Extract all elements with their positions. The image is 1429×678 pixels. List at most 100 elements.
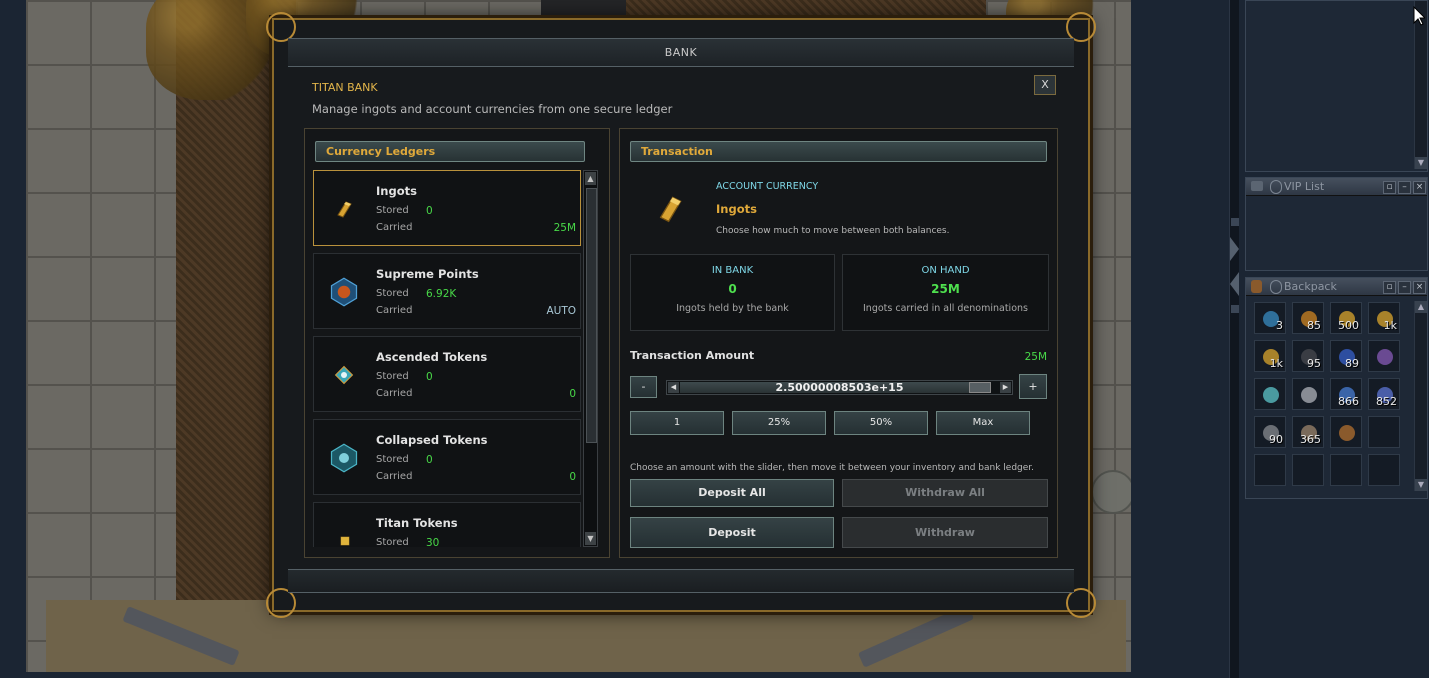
expand-arrow-icon[interactable] — [1230, 237, 1239, 261]
ledger-item-supreme-points[interactable]: Supreme Points Stored 6.92K Carried AUTO — [313, 253, 581, 329]
item-count: 866 — [1338, 395, 1359, 408]
item-icon — [1263, 387, 1279, 403]
increase-button[interactable]: + — [1019, 374, 1047, 399]
ledger-item-collapsed-tokens[interactable]: Collapsed Tokens Stored 0 Carried 0 — [313, 419, 581, 495]
vip-list-header[interactable]: VIP List ▫ – × — [1246, 178, 1427, 196]
backpack-slot[interactable]: 1k — [1254, 340, 1286, 372]
supreme-points-icon — [330, 277, 358, 307]
scrollbar[interactable]: ▼ — [1414, 1, 1427, 169]
decrease-button[interactable]: - — [630, 376, 657, 398]
deposit-button[interactable]: Deposit — [630, 517, 834, 548]
stored-label: Stored — [376, 454, 409, 465]
item-count: 365 — [1300, 433, 1321, 446]
backpack-slot[interactable] — [1292, 378, 1324, 410]
scroll-up-icon[interactable]: ▲ — [1415, 301, 1427, 313]
on-hand-box: ON HAND 25M Ingots carried in all denomi… — [842, 254, 1049, 331]
close-button[interactable]: X — [1034, 75, 1056, 95]
backpack-icon — [1251, 280, 1262, 293]
ledger-name: Ingots — [376, 184, 417, 198]
backpack-slot[interactable]: 500 — [1330, 302, 1362, 334]
currency-ledgers-header: Currency Ledgers — [315, 141, 585, 162]
ascended-token-icon — [334, 365, 354, 385]
lock-icon[interactable]: ▫ — [1383, 181, 1396, 194]
lock-icon[interactable]: ▫ — [1383, 281, 1396, 294]
backpack-slot[interactable] — [1330, 454, 1362, 486]
backpack-slot[interactable] — [1368, 340, 1400, 372]
minimize-icon[interactable]: – — [1398, 181, 1411, 194]
transaction-section: Transaction ACCOUNT CURRENCY Ingots Choo… — [619, 128, 1058, 558]
backpack-slot[interactable]: 365 — [1292, 416, 1324, 448]
ledger-item-titan-tokens[interactable]: Titan Tokens Stored 30 — [313, 502, 581, 547]
currency-ledgers-title: Currency Ledgers — [326, 145, 436, 158]
backpack-slot[interactable] — [1368, 416, 1400, 448]
preset-1-button[interactable]: 1 — [630, 411, 724, 435]
preset-50-button[interactable]: 50% — [834, 411, 928, 435]
panel-ornament-icon — [1270, 280, 1282, 294]
backpack-slot[interactable]: 90 — [1254, 416, 1286, 448]
carried-value: 0 — [569, 471, 576, 483]
item-count: 95 — [1307, 357, 1321, 370]
item-count: 1k — [1383, 319, 1397, 332]
backpack-slot[interactable]: 3 — [1254, 302, 1286, 334]
carried-value: 25M — [553, 222, 576, 234]
carried-label: Carried — [376, 305, 413, 316]
amount-slider[interactable]: ◀ ▶ 2.50000008503e+15 — [666, 380, 1013, 395]
backpack-slot[interactable]: 95 — [1292, 340, 1324, 372]
backpack-slot[interactable]: 89 — [1330, 340, 1362, 372]
scroll-down-icon[interactable]: ▼ — [1415, 479, 1427, 491]
preset-25-button[interactable]: 25% — [732, 411, 826, 435]
backpack-slot[interactable] — [1368, 454, 1400, 486]
ledger-name: Ascended Tokens — [376, 350, 488, 364]
backpack-slot[interactable] — [1292, 454, 1324, 486]
currency-ledgers-section: Currency Ledgers Ingots Stored 0 Carried… — [304, 128, 610, 558]
withdraw-all-button[interactable]: Withdraw All — [842, 479, 1048, 507]
empty-panel: ▼ — [1245, 0, 1428, 172]
stored-value: 6.92K — [426, 288, 457, 300]
backpack-slot[interactable] — [1330, 416, 1362, 448]
item-icon — [1339, 425, 1355, 441]
scroll-down-icon[interactable]: ▼ — [585, 532, 596, 545]
close-icon[interactable]: × — [1413, 181, 1426, 194]
backpack-slot[interactable] — [1254, 454, 1286, 486]
deposit-all-button[interactable]: Deposit All — [630, 479, 834, 507]
ledger-item-ingots[interactable]: Ingots Stored 0 Carried 25M — [313, 170, 581, 246]
ledger-scrollbar[interactable]: ▲ ▼ — [583, 170, 598, 547]
backpack-header[interactable]: Backpack ▫ – × — [1246, 278, 1427, 296]
titan-token-icon — [340, 536, 350, 546]
stored-value: 0 — [426, 454, 433, 466]
gold-ingot-icon — [337, 201, 352, 218]
backpack-scrollbar[interactable]: ▲ ▼ — [1414, 301, 1427, 491]
divider-handle[interactable] — [1231, 305, 1239, 313]
withdraw-button[interactable]: Withdraw — [842, 517, 1048, 548]
stored-value: 0 — [426, 205, 433, 217]
divider-handle[interactable] — [1231, 218, 1239, 226]
scroll-up-icon[interactable]: ▲ — [585, 172, 596, 185]
ledger-item-ascended-tokens[interactable]: Ascended Tokens Stored 0 Carried 0 — [313, 336, 581, 412]
preset-max-button[interactable]: Max — [936, 411, 1030, 435]
modal-titlebar[interactable]: BANK — [288, 38, 1074, 67]
backpack-slot[interactable]: 1k — [1368, 302, 1400, 334]
on-hand-value: 25M — [931, 282, 960, 296]
collapsed-token-icon — [330, 443, 358, 473]
ledger-name: Collapsed Tokens — [376, 433, 488, 447]
backpack-slot[interactable]: 866 — [1330, 378, 1362, 410]
side-gap — [1131, 0, 1229, 678]
minimize-icon[interactable]: – — [1398, 281, 1411, 294]
ledger-name: Titan Tokens — [376, 516, 458, 530]
modal-footer-bar — [288, 569, 1074, 593]
amount-label: Transaction Amount — [630, 349, 755, 362]
collapse-arrow-icon[interactable] — [1230, 272, 1239, 296]
item-count: 90 — [1269, 433, 1283, 446]
bank-subtitle: Manage ingots and account currencies fro… — [312, 102, 673, 116]
item-count: 3 — [1276, 319, 1283, 332]
scroll-thumb[interactable] — [586, 188, 597, 443]
stored-value: 30 — [426, 537, 440, 547]
bank-name: TITAN BANK — [312, 81, 378, 94]
backpack-slot[interactable]: 852 — [1368, 378, 1400, 410]
backpack-slot[interactable] — [1254, 378, 1286, 410]
vip-list-title: VIP List — [1284, 180, 1325, 193]
backpack-slot[interactable]: 85 — [1292, 302, 1324, 334]
item-count: 89 — [1345, 357, 1359, 370]
scroll-down-icon[interactable]: ▼ — [1415, 157, 1427, 169]
close-icon[interactable]: × — [1413, 281, 1426, 294]
